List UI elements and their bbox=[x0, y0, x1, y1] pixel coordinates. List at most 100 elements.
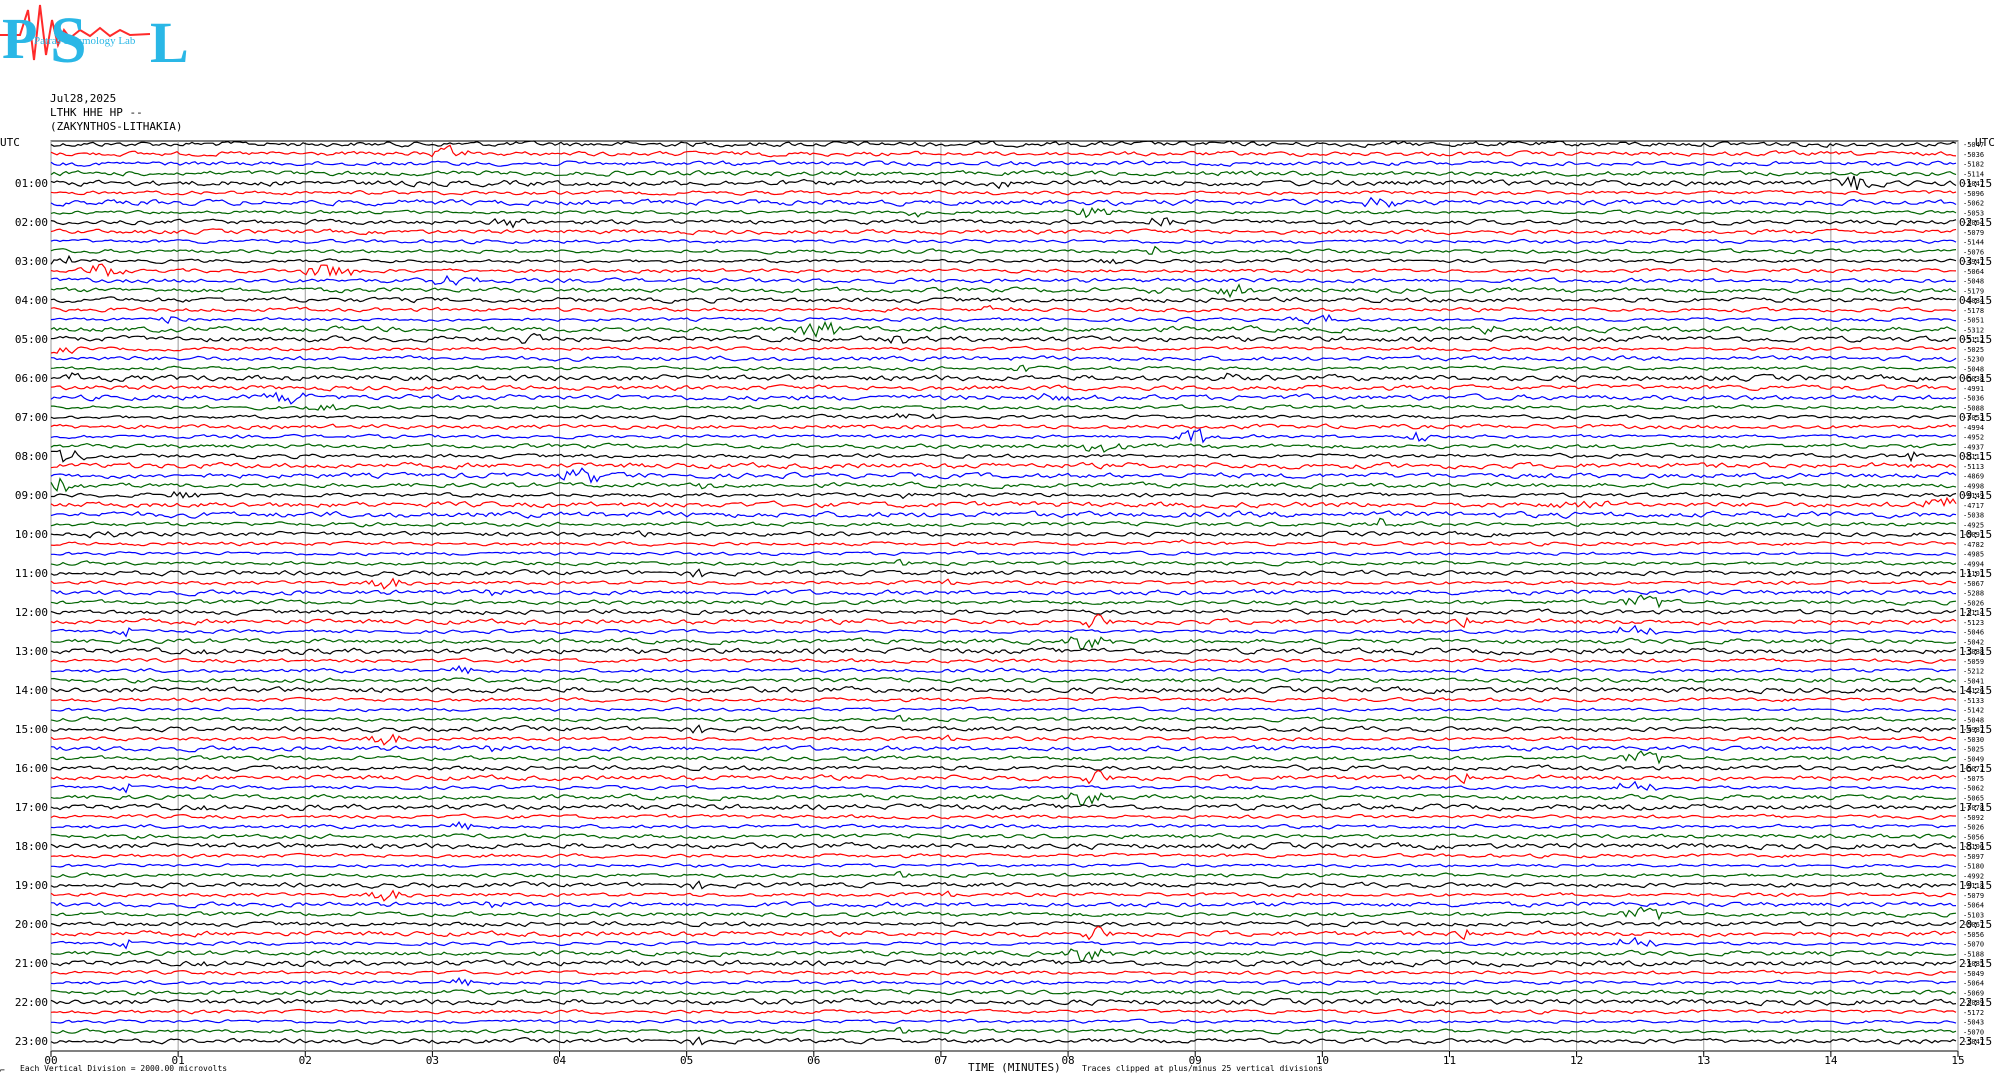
seismogram-trace bbox=[50, 1036, 1957, 1046]
seismogram-trace bbox=[50, 900, 1957, 909]
hour-label-left: 18:00 bbox=[15, 840, 48, 853]
hour-label-left: 12:00 bbox=[15, 606, 48, 619]
seismogram-trace bbox=[50, 792, 1957, 806]
seismogram-trace bbox=[50, 870, 1957, 879]
seismogram-trace bbox=[50, 852, 1957, 859]
trace-offset-label: -5182 bbox=[1963, 161, 1984, 169]
trace-offset-label: -5079 bbox=[1963, 229, 1984, 237]
seismogram-trace bbox=[50, 412, 1957, 421]
trace-offset-label: -5038 bbox=[1963, 512, 1984, 520]
hour-label-right: 01:15 bbox=[1959, 177, 1992, 190]
trace-offset-label: -5067 bbox=[1963, 580, 1984, 588]
seismogram-trace bbox=[50, 428, 1957, 444]
hour-label-left: 13:00 bbox=[15, 645, 48, 658]
trace-offset-label: -5043 bbox=[1963, 1019, 1984, 1027]
hour-label-left: 17:00 bbox=[15, 801, 48, 814]
seismogram-trace bbox=[50, 245, 1957, 255]
seismogram-trace bbox=[50, 733, 1956, 746]
trace-offset-label: -5133 bbox=[1963, 697, 1984, 705]
seismogram-trace bbox=[50, 832, 1957, 840]
x-tick-label: 00 bbox=[44, 1054, 57, 1067]
trace-offset-label: -5180 bbox=[1963, 863, 1984, 871]
trace-offset-label: -5036 bbox=[1963, 395, 1984, 403]
seismogram-trace bbox=[50, 685, 1957, 695]
seismogram-trace bbox=[51, 1018, 1957, 1025]
seismogram-trace bbox=[50, 976, 1957, 987]
seismogram-trace bbox=[50, 988, 1957, 996]
hour-label-right: 10:15 bbox=[1959, 528, 1992, 541]
seismogram-trace bbox=[50, 391, 1957, 405]
corner-mark: ⌐ bbox=[0, 1066, 5, 1075]
seismogram-trace bbox=[50, 467, 1957, 484]
trace-offset-label: -5064 bbox=[1963, 902, 1984, 910]
hour-label-right: 03:15 bbox=[1959, 255, 1992, 268]
seismogram-trace bbox=[50, 320, 1957, 338]
trace-offset-label: -5070 bbox=[1963, 941, 1984, 949]
seismogram-trace bbox=[50, 238, 1957, 245]
hour-label-left: 05:00 bbox=[15, 333, 48, 346]
clip-note: Traces clipped at plus/minus 25 vertical… bbox=[1082, 1064, 1323, 1073]
seismogram-trace bbox=[50, 724, 1957, 734]
trace-offset-label: -5030 bbox=[1963, 736, 1984, 744]
x-tick-label: 13 bbox=[1697, 1054, 1710, 1067]
x-tick-label: 04 bbox=[553, 1054, 567, 1067]
trace-offset-label: -5092 bbox=[1963, 814, 1984, 822]
seismogram-trace bbox=[50, 568, 1957, 578]
seismogram-trace bbox=[50, 906, 1957, 921]
seismogram-trace bbox=[50, 372, 1957, 383]
x-tick-label: 08 bbox=[1061, 1054, 1074, 1067]
seismogram-trace bbox=[50, 196, 1957, 208]
seismogram-trace bbox=[50, 613, 1957, 629]
trace-offset-label: -5172 bbox=[1963, 1009, 1984, 1017]
trace-offset-label: -5123 bbox=[1963, 619, 1984, 627]
trace-offset-label: -5212 bbox=[1963, 668, 1984, 676]
seismogram-trace bbox=[50, 263, 1957, 278]
seismogram-trace bbox=[51, 550, 1957, 557]
hour-label-right: 16:15 bbox=[1959, 762, 1992, 775]
x-tick-label: 14 bbox=[1824, 1054, 1838, 1067]
seismogram-trace bbox=[50, 510, 1957, 519]
seismogram-trace bbox=[50, 1008, 1957, 1015]
seismogram-trace bbox=[50, 558, 1957, 567]
trace-offset-label: -5056 bbox=[1963, 931, 1984, 939]
trace-offset-label: -5059 bbox=[1963, 658, 1984, 666]
seismogram-trace bbox=[51, 490, 1957, 500]
seismogram-trace bbox=[50, 160, 1957, 167]
trace-offset-label: -5178 bbox=[1963, 307, 1984, 315]
trace-offset-label: -5075 bbox=[1963, 775, 1984, 783]
seismogram-trace bbox=[50, 539, 1957, 547]
seismogram-trace bbox=[50, 228, 1957, 236]
seismogram-trace bbox=[50, 175, 1957, 191]
trace-offset-label: -4782 bbox=[1963, 541, 1984, 549]
seismogram-trace bbox=[50, 744, 1957, 753]
hour-label-right: 13:15 bbox=[1959, 645, 1992, 658]
seismogram-trace bbox=[50, 764, 1957, 772]
trace-offset-label: -5025 bbox=[1963, 746, 1984, 754]
hour-label-right: 20:15 bbox=[1959, 918, 1992, 931]
seismogram-trace bbox=[50, 364, 1957, 373]
hour-label-right: 02:15 bbox=[1959, 216, 1992, 229]
hour-label-right: 06:15 bbox=[1959, 372, 1992, 385]
seismogram-trace bbox=[50, 144, 1957, 158]
hour-label-left: 03:00 bbox=[15, 255, 48, 268]
trace-offset-label: -5144 bbox=[1963, 239, 1984, 247]
seismogram-trace bbox=[50, 254, 1957, 265]
trace-offset-label: -5113 bbox=[1963, 463, 1984, 471]
trace-offset-label: -5047 bbox=[1963, 141, 1984, 149]
seismogram-trace bbox=[50, 169, 1957, 177]
trace-offset-label: -5230 bbox=[1963, 356, 1984, 364]
x-tick-label: 12 bbox=[1570, 1054, 1583, 1067]
hour-label-left: 21:00 bbox=[15, 957, 48, 970]
hour-label-right: 17:15 bbox=[1959, 801, 1992, 814]
seismogram-trace bbox=[50, 442, 1957, 453]
seismogram-trace bbox=[50, 813, 1956, 820]
seismogram-trace bbox=[50, 664, 1957, 675]
seismogram-trace bbox=[50, 355, 1957, 363]
trace-offset-label: -4717 bbox=[1963, 502, 1984, 510]
seismogram-trace bbox=[50, 345, 1957, 354]
x-tick-label: 06 bbox=[807, 1054, 820, 1067]
seismogram-trace bbox=[50, 517, 1957, 528]
seismogram-trace bbox=[50, 936, 1957, 950]
seismogram-trace bbox=[50, 423, 1957, 431]
hour-label-left: 20:00 bbox=[15, 918, 48, 931]
